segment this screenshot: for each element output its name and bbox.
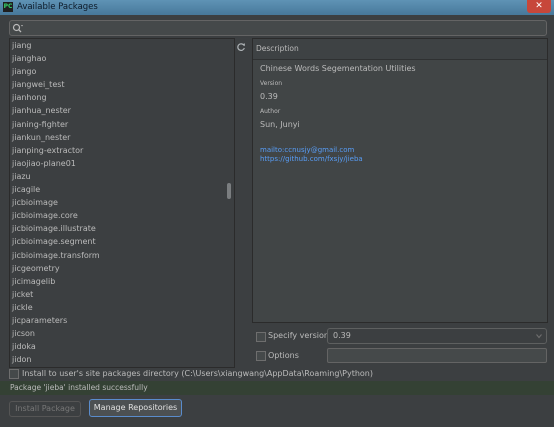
search-box[interactable] [9, 20, 547, 36]
status-message: Package 'jieba' installed successfully [10, 383, 148, 392]
package-list-item[interactable]: jianhong [10, 91, 234, 104]
package-list-item[interactable]: jiango [10, 65, 234, 78]
package-list-item[interactable]: jiangwei_test [10, 78, 234, 91]
package-summary: Chinese Words Segementation Utilities [260, 64, 416, 73]
options-label: Options [268, 351, 299, 360]
close-window-button[interactable]: ✕ [527, 0, 551, 13]
mailto-link[interactable]: mailto:ccnusjy@gmail.com [260, 146, 354, 154]
package-list-item[interactable]: jicson [10, 327, 234, 340]
package-list-item[interactable]: jidon [10, 353, 234, 366]
install-user-site-checkbox[interactable] [9, 369, 19, 379]
version-dropdown[interactable]: 0.39 [327, 328, 547, 344]
package-list-scrollbar[interactable] [227, 183, 231, 199]
package-list-item[interactable]: jicbioimage.segment [10, 235, 234, 248]
description-body: Chinese Words Segementation Utilities Ve… [253, 60, 547, 322]
package-list-item[interactable]: jianping-extractor [10, 144, 234, 157]
author-value: Sun, Junyi [260, 120, 300, 129]
chevron-down-icon [536, 334, 542, 339]
options-input[interactable] [327, 348, 547, 363]
pycharm-app-icon: PC [3, 2, 13, 12]
description-header: Description [253, 39, 547, 60]
status-bar: Package 'jieba' installed successfully [0, 381, 554, 395]
description-header-label: Description [256, 44, 299, 53]
package-list-item[interactable]: jiaojiao-plane01 [10, 157, 234, 170]
package-list-item[interactable]: jicbioimage.transform [10, 249, 234, 262]
manage-repositories-button[interactable]: Manage Repositories [89, 399, 182, 417]
package-list-item[interactable]: jicbioimage [10, 196, 234, 209]
version-label: Version [260, 80, 283, 87]
search-input[interactable] [26, 21, 541, 35]
package-list-item[interactable]: jicbioimage.illustrate [10, 222, 234, 235]
window-title: Available Packages [17, 2, 98, 12]
package-list-item[interactable]: jicket [10, 288, 234, 301]
package-list-item[interactable]: jiang [10, 39, 234, 52]
specify-version-checkbox[interactable] [256, 332, 266, 342]
package-list-item[interactable]: jiankun_nester [10, 131, 234, 144]
package-list-item[interactable]: jickle [10, 301, 234, 314]
package-list-item[interactable]: jicgeometry [10, 262, 234, 275]
package-list-item[interactable]: jiazu [10, 170, 234, 183]
install-package-button[interactable]: Install Package [9, 401, 81, 417]
package-list-item[interactable]: jianhua_nester [10, 104, 234, 117]
author-label: Author [260, 108, 281, 115]
version-value: 0.39 [260, 92, 278, 101]
package-list-item[interactable]: jicbioimage.core [10, 209, 234, 222]
refresh-icon[interactable] [236, 42, 246, 52]
package-list[interactable]: jiang jianghao jiango jiangwei_test jianhong… [9, 38, 235, 368]
package-list-item[interactable]: jidoka [10, 340, 234, 353]
package-list-item[interactable]: jianing-fighter [10, 118, 234, 131]
package-list-item[interactable]: jicagile [10, 183, 234, 196]
title-bar: PC Available Packages ✕ [0, 0, 554, 15]
package-list-item[interactable]: jicparameters [10, 314, 234, 327]
package-list-item[interactable]: jianghao [10, 52, 234, 65]
install-user-site-label: Install to user's site packages director… [22, 369, 373, 378]
description-panel: Description Chinese Words Segementation … [252, 38, 548, 323]
package-list-item[interactable]: jicimagelib [10, 275, 234, 288]
search-icon[interactable] [12, 22, 24, 34]
specify-version-label: Specify version [268, 331, 329, 340]
options-checkbox[interactable] [256, 351, 266, 361]
homepage-link[interactable]: https://github.com/fxsjy/jieba [260, 155, 363, 163]
version-dropdown-value: 0.39 [333, 331, 351, 340]
